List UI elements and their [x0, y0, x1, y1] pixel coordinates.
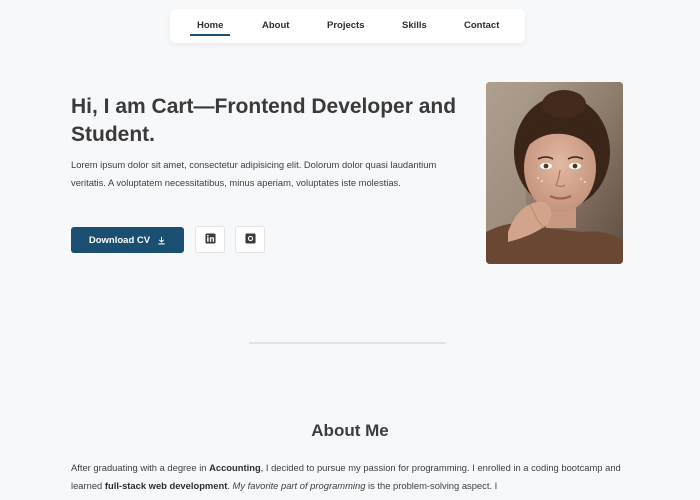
download-cv-button[interactable]: Download CV: [71, 227, 184, 253]
about-paragraph: After graduating with a degree in Accoun…: [71, 459, 631, 494]
download-icon: [157, 236, 166, 245]
hero-description: Lorem ipsum dolor sit amet, consectetur …: [71, 159, 437, 188]
github-button[interactable]: [235, 226, 265, 253]
about-accounting: Accounting: [209, 462, 261, 473]
nav-home[interactable]: Home: [197, 20, 223, 31]
github-icon: [244, 231, 256, 249]
profile-photo: [486, 82, 623, 264]
section-divider: [249, 342, 446, 344]
nav-active-indicator: [190, 34, 230, 36]
top-nav: Home About Projects Skills Contact: [170, 9, 525, 43]
nav-contact[interactable]: Contact: [464, 20, 499, 31]
download-cv-label: Download CV: [88, 234, 151, 246]
linkedin-button[interactable]: [195, 226, 225, 253]
linkedin-icon: [204, 231, 216, 249]
about-title: About Me: [311, 421, 389, 440]
nav-projects[interactable]: Projects: [327, 20, 365, 31]
nav-skills[interactable]: Skills: [402, 20, 427, 31]
hero-title: Hi, I am Cart—Frontend Developer and Stu…: [71, 95, 457, 146]
about-text-1: After graduating with a degree in: [71, 462, 210, 473]
about-fullstack: full-stack web development: [104, 479, 228, 491]
about-favorite: My favorite part of programming: [232, 479, 366, 491]
nav-about[interactable]: About: [262, 20, 289, 31]
portfolio-page: Home About Projects Skills Contact Hi, I…: [0, 0, 700, 500]
about-text-4: is the problem-solving aspect. I: [365, 479, 498, 491]
